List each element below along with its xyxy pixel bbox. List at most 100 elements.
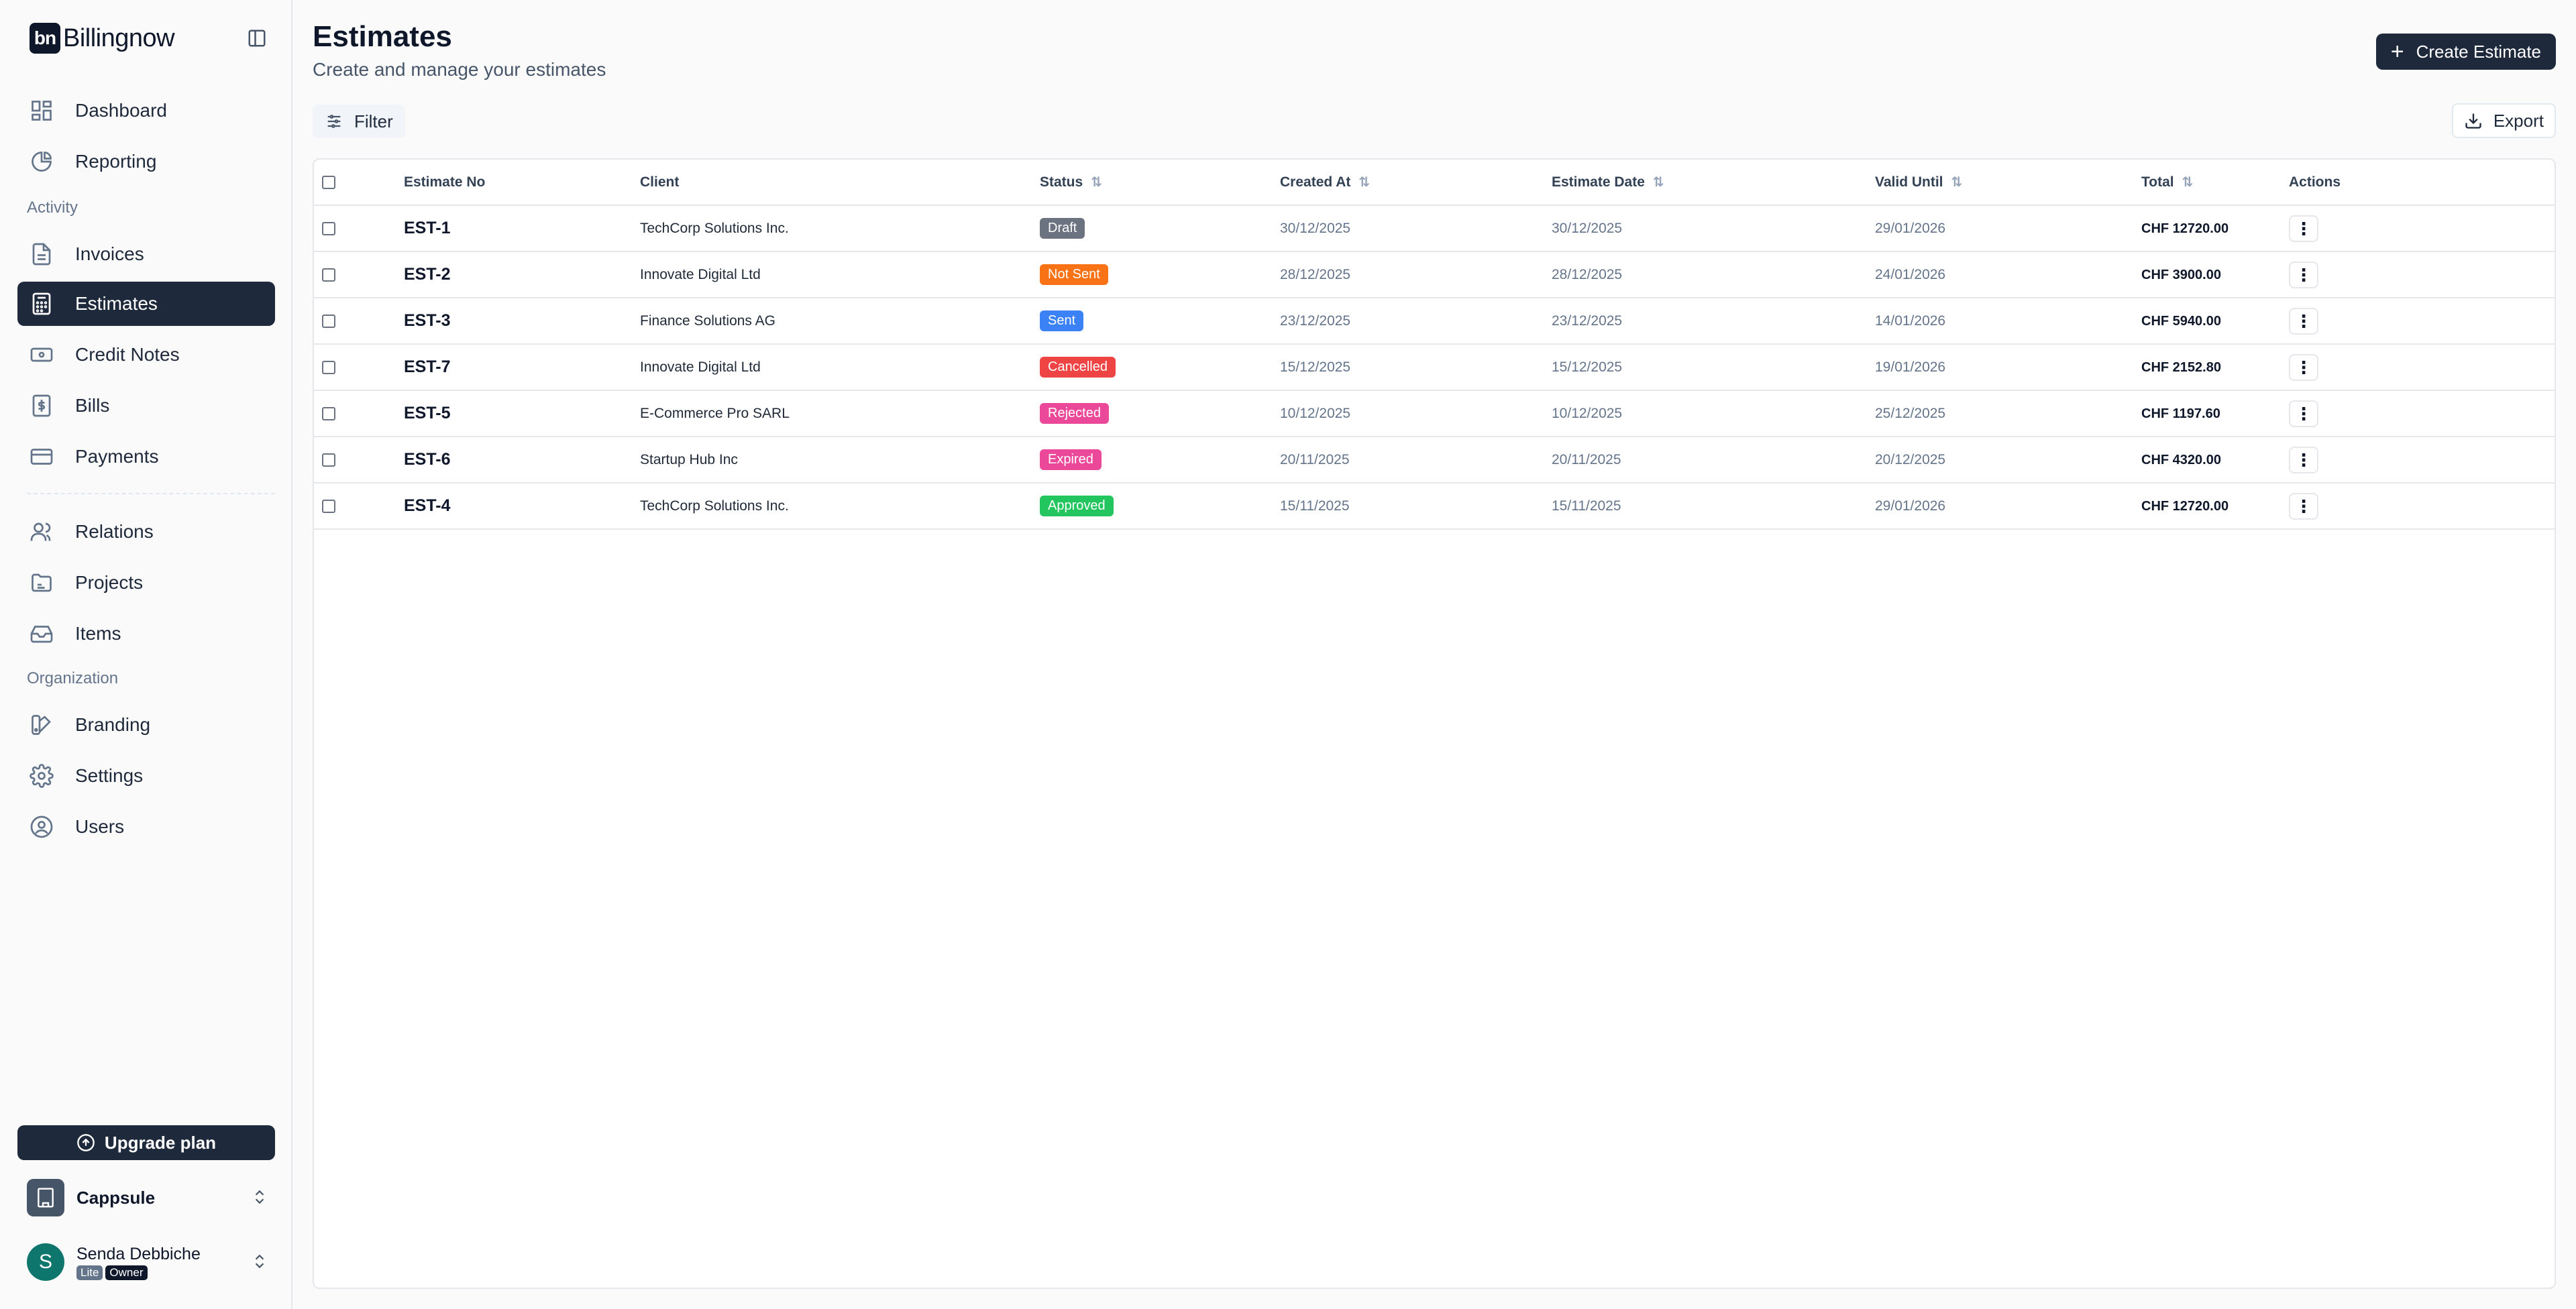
row-checkbox[interactable]: [322, 453, 335, 467]
client-name: Finance Solutions AG: [640, 312, 775, 329]
folder-icon: [28, 569, 55, 596]
sidebar-item-label: Reporting: [75, 151, 157, 172]
valid-until-value: 29/01/2026: [1875, 498, 1946, 514]
estimate-number[interactable]: EST-4: [404, 496, 450, 515]
row-actions-button[interactable]: ⋮: [2289, 261, 2318, 288]
valid-until-value: 20/12/2025: [1875, 451, 1946, 467]
table-row[interactable]: EST-7 Innovate Digital Ltd Cancelled 15/12/…: [314, 344, 2555, 391]
sidebar-item-bills[interactable]: Bills: [17, 384, 275, 428]
estimate-number[interactable]: EST-1: [404, 219, 450, 237]
sidebar-item-branding[interactable]: Branding: [17, 703, 275, 747]
row-actions-button[interactable]: ⋮: [2289, 400, 2318, 427]
client-name: Innovate Digital Ltd: [640, 359, 761, 375]
sidebar-item-invoices[interactable]: Invoices: [17, 232, 275, 276]
sidebar-item-credit-notes[interactable]: Credit Notes: [17, 333, 275, 377]
table-row[interactable]: EST-1 TechCorp Solutions Inc. Draft 30/12/2…: [314, 205, 2555, 252]
valid-until-value: 14/01/2026: [1875, 312, 1946, 329]
avatar: S: [27, 1243, 64, 1281]
export-button[interactable]: Export: [2451, 103, 2556, 138]
select-all-checkbox[interactable]: [322, 175, 335, 189]
brand-logo[interactable]: bn Billingnow: [30, 23, 175, 54]
upgrade-plan-button[interactable]: Upgrade plan: [17, 1125, 275, 1160]
column-header-created-at[interactable]: Created At ⇅: [1280, 160, 1552, 206]
table-row[interactable]: EST-5 E-Commerce Pro SARL Rejected 10/12/20…: [314, 390, 2555, 437]
sort-icon[interactable]: ⇅: [1951, 175, 1963, 190]
chevron-updown-icon: [251, 1253, 268, 1273]
file-text-icon: [28, 241, 55, 268]
user-menu[interactable]: S Senda Debbiche Lite Owner: [27, 1242, 268, 1282]
sidebar-item-label: Payments: [75, 446, 159, 467]
row-checkbox[interactable]: [322, 406, 335, 420]
row-checkbox[interactable]: [322, 499, 335, 513]
sidebar-item-dashboard[interactable]: Dashboard: [17, 89, 275, 133]
estimate-date-value: 23/12/2025: [1552, 312, 1623, 329]
chevron-updown-icon: [251, 1188, 268, 1209]
row-actions-button[interactable]: ⋮: [2289, 446, 2318, 473]
created-at-value: 15/11/2025: [1280, 498, 1350, 514]
sidebar-item-payments[interactable]: Payments: [17, 435, 275, 479]
valid-until-value: 24/01/2026: [1875, 266, 1946, 282]
estimate-number[interactable]: EST-6: [404, 450, 450, 469]
column-header-total[interactable]: Total ⇅: [2141, 160, 2289, 206]
sidebar-item-items[interactable]: Items: [17, 612, 275, 656]
role-badge: Owner: [105, 1265, 148, 1280]
sidebar-item-label: Users: [75, 816, 125, 837]
estimate-date-value: 15/12/2025: [1552, 359, 1623, 375]
sidebar-toggle-icon[interactable]: [247, 28, 267, 48]
row-actions-button[interactable]: ⋮: [2289, 353, 2318, 381]
more-vertical-icon: ⋮: [2295, 218, 2312, 239]
column-header-label: Valid Until: [1875, 174, 1943, 190]
sidebar-item-settings[interactable]: Settings: [17, 754, 275, 798]
row-actions-button[interactable]: ⋮: [2289, 215, 2318, 242]
sidebar-item-label: Projects: [75, 572, 144, 593]
table-row[interactable]: EST-2 Innovate Digital Ltd Not Sent 28/12/2…: [314, 251, 2555, 298]
more-vertical-icon: ⋮: [2295, 310, 2312, 331]
more-vertical-icon: ⋮: [2295, 496, 2312, 516]
column-header-actions: Actions: [2289, 160, 2555, 206]
column-header-valid-until[interactable]: Valid Until ⇅: [1875, 160, 2141, 206]
create-estimate-label: Create Estimate: [2416, 41, 2541, 62]
column-header-status[interactable]: Status ⇅: [1040, 160, 1280, 206]
client-name: E-Commerce Pro SARL: [640, 405, 790, 421]
estimate-date-value: 15/11/2025: [1552, 498, 1621, 514]
sidebar-item-relations[interactable]: Relations: [17, 510, 275, 554]
more-vertical-icon: ⋮: [2295, 403, 2312, 424]
table-row[interactable]: EST-4 TechCorp Solutions Inc. Approved 15/1…: [314, 483, 2555, 530]
create-estimate-button[interactable]: + Create Estimate: [2375, 34, 2556, 70]
status-badge: Draft: [1040, 218, 1085, 239]
organization-name: Cappsule: [76, 1187, 156, 1208]
column-header-estimate-date[interactable]: Estimate Date ⇅: [1552, 160, 1875, 206]
filter-button[interactable]: Filter: [313, 105, 405, 138]
total-value: CHF 12720.00: [2141, 498, 2229, 514]
status-badge: Expired: [1040, 449, 1102, 470]
row-checkbox[interactable]: [322, 221, 335, 235]
sidebar-item-label: Relations: [75, 521, 154, 542]
estimate-number[interactable]: EST-2: [404, 265, 450, 284]
row-actions-button[interactable]: ⋮: [2289, 307, 2318, 335]
estimate-number[interactable]: EST-7: [404, 357, 450, 376]
sort-desc-icon[interactable]: ⇅: [1358, 175, 1370, 190]
table-row[interactable]: EST-3 Finance Solutions AG Sent 23/12/2025 2…: [314, 298, 2555, 345]
building-icon: [27, 1179, 64, 1216]
column-header-label: Status: [1040, 174, 1083, 190]
estimate-number[interactable]: EST-5: [404, 404, 450, 422]
row-checkbox[interactable]: [322, 314, 335, 328]
valid-until-value: 19/01/2026: [1875, 359, 1946, 375]
sidebar-item-reporting[interactable]: Reporting: [17, 139, 275, 184]
sidebar-item-label: Settings: [75, 765, 144, 786]
organization-switcher[interactable]: Cappsule: [27, 1179, 268, 1216]
main-content: Estimates Create and manage your estimat…: [294, 0, 2576, 1309]
table-row[interactable]: EST-6 Startup Hub Inc Expired 20/11/2025 20/…: [314, 437, 2555, 483]
sidebar-item-projects[interactable]: Projects: [17, 561, 275, 605]
sort-icon[interactable]: ⇅: [2182, 175, 2194, 190]
sidebar-item-users[interactable]: Users: [17, 805, 275, 849]
sidebar-item-estimates[interactable]: Estimates: [17, 282, 275, 326]
sort-icon[interactable]: ⇅: [1091, 175, 1102, 190]
estimate-number[interactable]: EST-3: [404, 311, 450, 330]
row-actions-button[interactable]: ⋮: [2289, 492, 2318, 520]
row-checkbox[interactable]: [322, 268, 335, 282]
user-circle-icon: [28, 813, 55, 840]
sort-icon[interactable]: ⇅: [1653, 175, 1664, 190]
row-checkbox[interactable]: [322, 360, 335, 374]
more-vertical-icon: ⋮: [2295, 264, 2312, 285]
